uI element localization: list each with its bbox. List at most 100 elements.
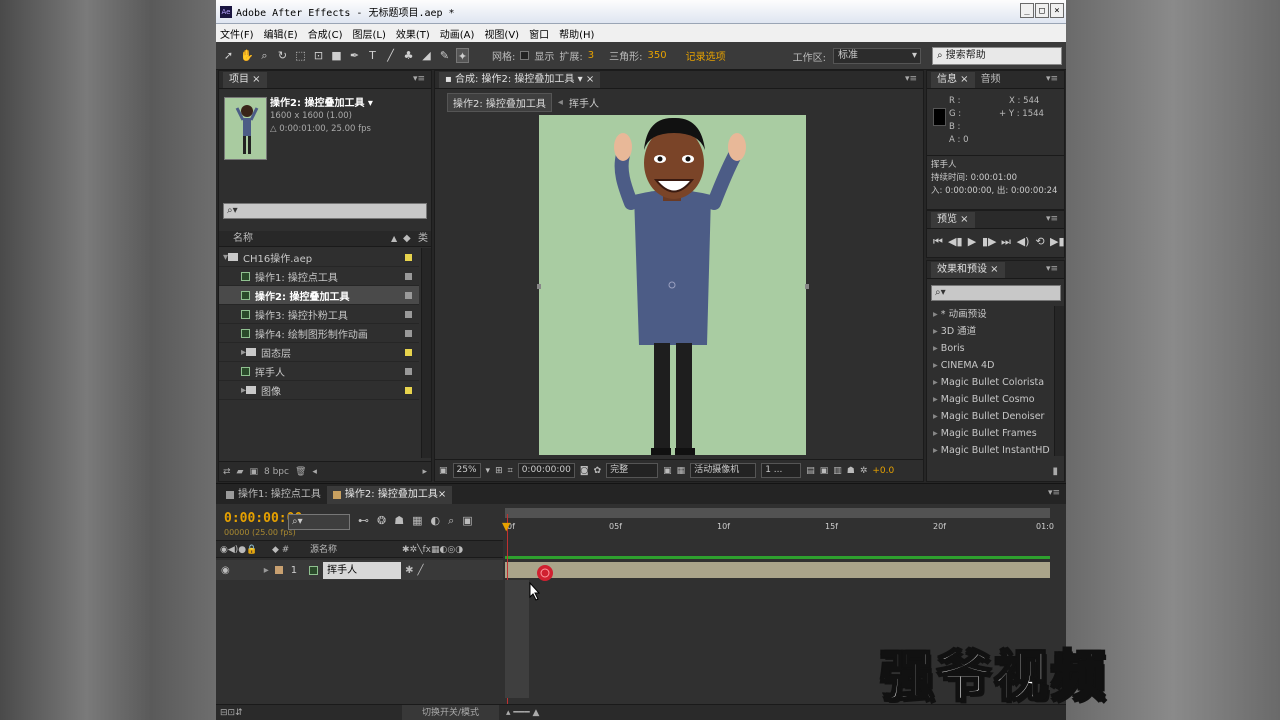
expand-triangle-icon[interactable]: ▸ [933,343,941,354]
effects-category[interactable]: ▸ Magic Bullet Denoiser [927,408,1053,425]
transparency-grid-icon[interactable]: ▦ [677,466,686,476]
triangles-value[interactable]: 350 [648,50,667,61]
menu-file[interactable]: 文件(F) [220,26,254,41]
visibility-icon[interactable]: ◉ [221,565,230,576]
prev-frame-icon[interactable]: ◀▮ [948,235,963,249]
graph-editor-icon[interactable]: ⌕ [448,514,454,528]
roto-brush-icon[interactable]: ✎ [438,48,451,63]
frame-blend-icon[interactable]: ▦ [412,514,422,528]
project-item[interactable]: 操作2: 操控叠加工具 [219,286,419,305]
rotate-icon[interactable]: ↻ [276,48,289,63]
puppet-pin-icon[interactable]: ✦ [456,48,469,63]
effects-category[interactable]: ▸ 3D 通道 [927,323,1053,340]
expand-triangle-icon[interactable]: ▸ [933,394,941,405]
views-select[interactable]: 1 ... [761,463,802,478]
camera-orbit-icon[interactable]: ⬚ [294,48,307,63]
canvas-handle-left[interactable] [537,284,541,289]
effects-category[interactable]: ▸ CINEMA 4D [927,357,1053,374]
motion-blur-icon[interactable]: ◐ [431,514,441,528]
camera-select[interactable]: 活动摄像机 [690,463,757,478]
tab-composition[interactable]: ▪ 合成: 操作2: 操控叠加工具 ▾ × [439,72,601,88]
comp-mini-flowchart-icon[interactable]: ⊷ [358,514,369,528]
last-frame-icon[interactable]: ⏭ [999,235,1013,249]
shy-icon[interactable]: ☗ [394,514,404,528]
expand-triangle-icon[interactable]: ▸ [933,445,941,456]
expand-triangle-icon[interactable]: ▸ [933,326,941,337]
tab-project[interactable]: 项目 × [223,72,267,88]
panel-menu-icon[interactable]: ▾≡ [1048,488,1060,498]
project-item[interactable]: ▸ 图像 [219,381,419,400]
comp-canvas[interactable] [539,115,806,455]
reset-exposure-icon[interactable]: ✲ [860,466,868,476]
expand-triangle-icon[interactable]: ▸ [933,309,941,320]
exposure-value[interactable]: +0.0 [872,466,894,476]
panel-menu-icon[interactable]: ▾≡ [905,74,917,84]
lock-icon[interactable]: ▪ [445,74,455,85]
work-area-bar[interactable] [505,508,1050,518]
tab-info[interactable]: 信息 × [931,72,975,88]
breadcrumb-active[interactable]: 操作2: 操控叠加工具 [447,93,552,112]
effects-scrollbar[interactable] [1054,306,1064,456]
effects-category[interactable]: ▸ Magic Bullet Colorista [927,374,1053,391]
time-ruler[interactable]: 0f 05f 10f 15f 20f 01:0 [505,520,1054,540]
audio-icon[interactable]: ◀) [1016,235,1030,249]
panel-menu-icon[interactable]: ▾≡ [413,74,425,84]
grid-icon[interactable]: ⊞ [495,466,503,476]
bpc-button[interactable]: 8 bpc [264,467,289,477]
pointer-icon[interactable]: ➚ [222,48,235,63]
workspace-select[interactable]: 标准 ▾ [833,48,921,64]
expand-triangle-icon[interactable]: ▸ [933,411,941,422]
layer-name[interactable]: 挥手人 [323,561,402,579]
eraser-icon[interactable]: ◢ [420,48,433,63]
expand-triangle-icon[interactable]: ▸ [933,428,941,439]
zoom-icon[interactable]: ⌕ [258,48,271,63]
menu-effect[interactable]: 效果(T) [396,26,430,41]
layer-label-swatch[interactable] [274,566,283,574]
first-frame-icon[interactable]: ⏮ [931,235,945,249]
minimize-button[interactable]: _ [1020,3,1034,18]
cti-head-icon[interactable]: ▼ [502,520,510,533]
project-scrollbar[interactable] [421,248,431,458]
label-swatch[interactable] [405,291,412,299]
panel-menu-icon[interactable]: ▾≡ [1046,264,1058,274]
menu-edit[interactable]: 编辑(E) [264,26,298,41]
new-preset-icon[interactable]: ▮ [1052,466,1058,477]
expand-triangle-icon[interactable]: ▸ [264,565,269,576]
effects-category[interactable]: ▸ Magic Bullet Cosmo [927,391,1053,408]
flowchart-icon[interactable]: ☗ [847,466,855,476]
interpret-footage-icon[interactable]: ⇄ [223,467,231,477]
menu-window[interactable]: 窗口 [529,26,549,41]
project-item[interactable]: 操作4: 绘制图形制作动画 [219,324,419,343]
scroll-left-icon[interactable]: ◂ [312,467,317,477]
always-preview-icon[interactable]: ▣ [439,466,448,476]
maximize-button[interactable]: □ [1035,3,1049,18]
canvas-handle-right[interactable] [805,284,809,289]
collapse-switch-icon[interactable]: ✱ [405,565,413,576]
fast-preview-icon[interactable]: ▣ [820,466,829,476]
label-swatch[interactable] [405,348,412,356]
rectangle-icon[interactable]: ■ [330,48,343,63]
brush-icon[interactable]: ╱ [384,48,397,63]
pen-icon[interactable]: ✒ [348,48,361,63]
menu-animation[interactable]: 动画(A) [440,26,475,41]
grid-show-checkbox[interactable] [520,51,530,60]
next-frame-icon[interactable]: ▮▶ [982,235,997,249]
layer-row[interactable]: ◉ ▸ 1 挥手人 ✱ ╱ [216,560,503,580]
panel-menu-icon[interactable]: ▾≡ [1046,214,1058,224]
label-swatch[interactable] [405,367,412,375]
expand-triangle-icon[interactable]: ▸ [933,377,941,388]
menu-layer[interactable]: 图层(L) [352,26,385,41]
tab-audio[interactable]: 音频 [975,72,1007,88]
close-button[interactable]: × [1050,3,1064,18]
layer-duration-bar[interactable] [505,562,1050,578]
effects-category[interactable]: ▸ Magic Bullet InstantHD [927,442,1053,459]
expand-value[interactable]: 3 [588,50,594,61]
breadcrumb-next[interactable]: 挥手人 [569,95,599,110]
text-icon[interactable]: T [366,48,379,63]
footer-toggle-icons[interactable]: ⊟⊡⇵ [220,705,243,720]
zoom-slider-icon[interactable]: ▴ ━━━ ▲ [506,705,539,720]
column-type[interactable]: 类 [418,231,428,247]
label-swatch[interactable] [405,272,412,280]
project-item[interactable]: 操作1: 操控点工具 [219,267,419,286]
ram-preview-icon[interactable]: ▶▮ [1050,235,1065,249]
